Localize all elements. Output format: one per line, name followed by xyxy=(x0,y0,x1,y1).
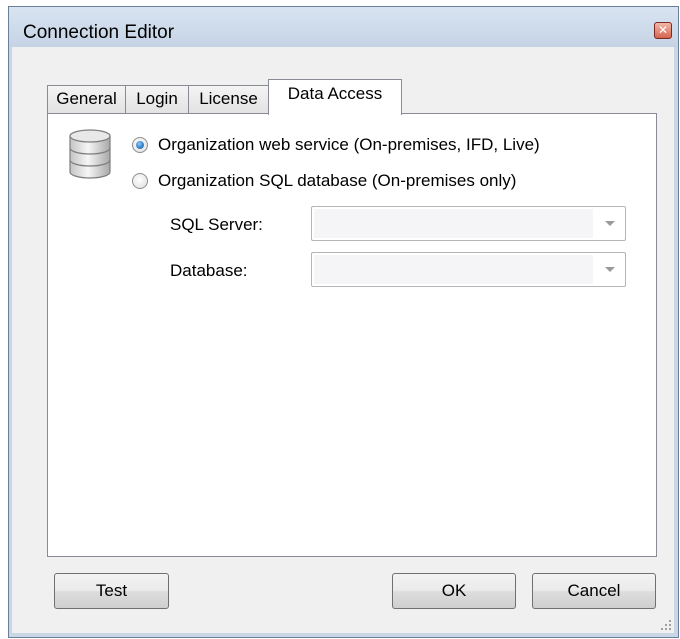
tab-data-access[interactable]: Data Access xyxy=(268,79,402,115)
test-button[interactable]: Test xyxy=(54,573,169,609)
tab-login[interactable]: Login xyxy=(125,85,189,113)
ok-button[interactable]: OK xyxy=(392,573,516,609)
window-title: Connection Editor xyxy=(23,22,175,43)
tab-general[interactable]: General xyxy=(47,85,126,113)
radio-sql-database-label[interactable]: Organization SQL database (On-premises o… xyxy=(158,171,516,191)
connection-editor-window: Connection Editor ✕ General Login Licens… xyxy=(8,6,679,638)
chevron-down-icon[interactable] xyxy=(605,267,615,272)
chevron-down-icon[interactable] xyxy=(605,221,615,226)
tab-login-label: Login xyxy=(136,89,178,108)
sql-server-label: SQL Server: xyxy=(170,215,263,234)
tab-license-label: License xyxy=(199,89,258,108)
tab-general-label: General xyxy=(56,89,117,108)
database-combobox[interactable] xyxy=(311,252,626,287)
sql-server-value[interactable] xyxy=(314,209,593,238)
tab-data-access-label: Data Access xyxy=(287,84,383,103)
close-icon: ✕ xyxy=(657,23,669,37)
radio-sql-database-button[interactable] xyxy=(132,173,148,189)
database-label: Database: xyxy=(170,261,248,280)
close-button[interactable]: ✕ xyxy=(654,22,672,39)
title-bar[interactable]: Connection Editor ✕ xyxy=(9,7,678,47)
tab-license[interactable]: License xyxy=(188,85,269,113)
data-access-panel: Organization web service (On-premises, I… xyxy=(47,113,657,557)
dialog-client-area: General Login License Data Access Organi… xyxy=(12,47,674,633)
cancel-button[interactable]: Cancel xyxy=(532,573,656,609)
sql-server-combobox[interactable] xyxy=(311,206,626,241)
radio-web-service-label[interactable]: Organization web service (On-premises, I… xyxy=(158,135,540,155)
database-value[interactable] xyxy=(314,255,593,284)
radio-web-service-button[interactable] xyxy=(132,137,148,153)
database-icon xyxy=(69,129,111,179)
resize-grip-icon[interactable] xyxy=(660,619,672,631)
